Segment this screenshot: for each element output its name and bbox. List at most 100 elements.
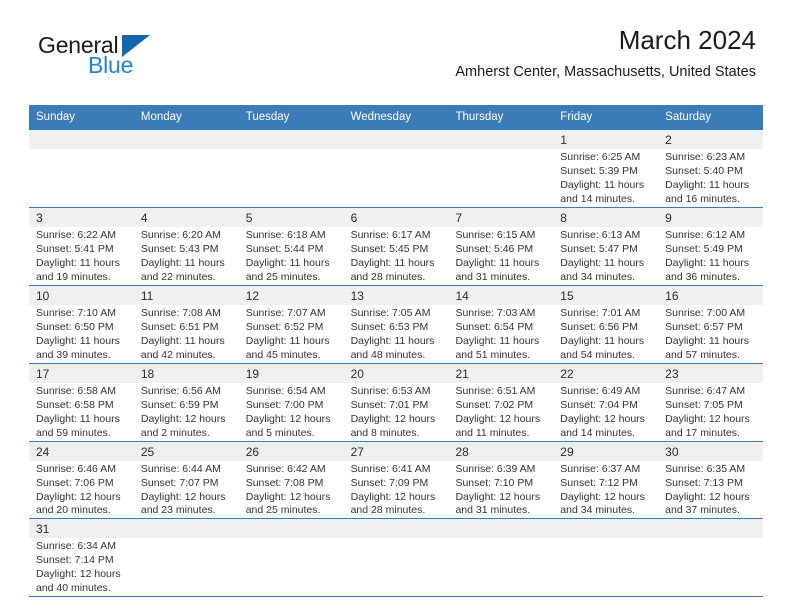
- daylight-text: Daylight: 12 hours and 2 minutes.: [140, 412, 226, 439]
- daylight-text: Daylight: 12 hours and 23 minutes.: [140, 490, 226, 517]
- calendar-grid: Sunday Monday Tuesday Wednesday Thursday Frid…: [29, 105, 764, 598]
- day-number: 17: [29, 363, 134, 383]
- day-details: Sunrise: 7:07 AM Sunset: 6:52 PM Daylight:…: [239, 305, 344, 363]
- sunrise-text: Sunrise: 7:10 AM: [36, 307, 116, 319]
- day-number: 3: [29, 208, 134, 228]
- sunrise-text: Sunrise: 6:41 AM: [350, 462, 431, 475]
- day-cell-18[interactable]: 18 Sunrise: 6:56 AM Sunset: 6:59 PM Dayligh…: [133, 363, 239, 441]
- day-cell-28[interactable]: 28 Sunrise: 6:39 AM Sunset: 7:10 PM Dayligh…: [448, 441, 554, 519]
- sunset-text: Sunset: 7:12 PM: [560, 476, 638, 489]
- day-number: [448, 130, 554, 150]
- day-number: [29, 130, 134, 150]
- daylight-text: Daylight: 12 hours and 11 minutes.: [455, 412, 541, 439]
- daylight-text: Daylight: 11 hours and 36 minutes.: [665, 257, 750, 284]
- day-cell-22[interactable]: 22 Sunrise: 6:49 AM Sunset: 7:04 PM Dayligh…: [553, 363, 659, 441]
- day-cell-30[interactable]: 30 Sunrise: 6:35 AM Sunset: 7:13 PM Dayligh…: [658, 441, 764, 519]
- sunset-text: Sunset: 7:10 PM: [455, 476, 534, 489]
- sunset-text: Sunset: 5:39 PM: [560, 165, 638, 178]
- daylight-text: Daylight: 11 hours and 48 minutes.: [350, 334, 435, 361]
- sunrise-text: Sunrise: 6:47 AM: [665, 384, 746, 397]
- daylight-text: Daylight: 11 hours and 57 minutes.: [665, 334, 750, 361]
- day-cell-9[interactable]: 9 Sunrise: 6:12 AM Sunset: 5:49 PM Daylight…: [658, 208, 764, 285]
- page-title: March 2024: [618, 25, 756, 55]
- sunset-text: Sunset: 7:06 PM: [36, 476, 114, 489]
- day-cell-17[interactable]: 17 Sunrise: 6:58 AM Sunset: 6:58 PM Dayligh…: [29, 363, 134, 441]
- sunset-text: Sunset: 7:13 PM: [665, 476, 743, 489]
- day-details: Sunrise: 7:03 AM Sunset: 6:54 PM Daylight:…: [448, 305, 553, 363]
- sunset-text: Sunset: 7:08 PM: [245, 476, 324, 489]
- sunrise-text: Sunrise: 6:53 AM: [350, 384, 431, 397]
- sunrise-text: Sunrise: 6:42 AM: [245, 462, 326, 475]
- day-cell-8[interactable]: 8 Sunrise: 6:13 AM Sunset: 5:47 PM Daylight…: [553, 208, 659, 285]
- day-cell-31[interactable]: 31 Sunrise: 6:34 AM Sunset: 7:14 PM Dayligh…: [29, 519, 134, 596]
- day-cell-23[interactable]: 23 Sunrise: 6:47 AM Sunset: 7:05 PM Dayligh…: [658, 363, 764, 441]
- sunrise-text: Sunrise: 6:58 AM: [36, 384, 116, 397]
- week-row: 31 Sunrise: 6:34 AM Sunset: 7:14 PM Dayligh…: [29, 518, 764, 596]
- day-cell-14[interactable]: 14 Sunrise: 7:03 AM Sunset: 6:54 PM Dayligh…: [448, 286, 554, 363]
- day-cell-3[interactable]: 3 Sunrise: 6:22 AM Sunset: 5:41 PM Daylight…: [29, 208, 134, 285]
- day-details: Sunrise: 7:08 AM Sunset: 6:51 PM Daylight:…: [134, 305, 239, 363]
- day-details: Sunrise: 6:34 AM Sunset: 7:14 PM Daylight:…: [29, 538, 134, 596]
- day-cell-26[interactable]: 26 Sunrise: 6:42 AM Sunset: 7:08 PM Dayligh…: [238, 441, 344, 519]
- day-cell-19[interactable]: 19 Sunrise: 6:54 AM Sunset: 7:00 PM Dayligh…: [238, 363, 344, 441]
- daylight-text: Daylight: 11 hours and 34 minutes.: [560, 257, 645, 284]
- day-number: 15: [553, 286, 659, 305]
- day-number: 14: [448, 286, 554, 305]
- day-cell-empty: [29, 130, 134, 207]
- sunrise-text: Sunrise: 6:23 AM: [665, 151, 746, 164]
- sunset-text: Sunset: 7:14 PM: [36, 554, 114, 567]
- day-details: Sunrise: 6:35 AM Sunset: 7:13 PM Daylight:…: [658, 461, 763, 519]
- sunset-text: Sunset: 5:44 PM: [245, 243, 324, 256]
- day-number: 5: [238, 208, 344, 228]
- general-blue-logo[interactable]: General Blue: [38, 34, 218, 84]
- sunrise-text: Sunrise: 6:18 AM: [245, 229, 326, 242]
- day-cell-4[interactable]: 4 Sunrise: 6:20 AM Sunset: 5:43 PM Daylight…: [133, 208, 239, 285]
- day-cell-5[interactable]: 5 Sunrise: 6:18 AM Sunset: 5:44 PM Daylight…: [238, 208, 344, 285]
- sunrise-text: Sunrise: 6:49 AM: [560, 384, 641, 397]
- weekday-header-monday: Monday: [140, 111, 182, 123]
- day-cell-2[interactable]: 2 Sunrise: 6:23 AM Sunset: 5:40 PM Daylight…: [658, 130, 764, 207]
- day-number: 20: [343, 363, 449, 383]
- sunset-text: Sunset: 6:59 PM: [140, 398, 219, 411]
- sunset-text: Sunset: 5:47 PM: [560, 243, 638, 256]
- daylight-text: Daylight: 12 hours and 31 minutes.: [455, 490, 541, 517]
- day-cell-16[interactable]: 16 Sunrise: 7:00 AM Sunset: 6:57 PM Dayligh…: [658, 286, 764, 363]
- daylight-text: Daylight: 11 hours and 19 minutes.: [36, 257, 120, 284]
- day-details: Sunrise: 6:58 AM Sunset: 6:58 PM Daylight:…: [29, 383, 134, 441]
- day-details: Sunrise: 6:54 AM Sunset: 7:00 PM Daylight:…: [239, 383, 344, 441]
- sunset-text: Sunset: 6:53 PM: [350, 320, 429, 333]
- day-number: [133, 130, 239, 150]
- sunrise-text: Sunrise: 7:08 AM: [140, 307, 221, 319]
- sunset-text: Sunset: 7:05 PM: [665, 398, 743, 411]
- day-cell-13[interactable]: 13 Sunrise: 7:05 AM Sunset: 6:53 PM Dayligh…: [343, 286, 449, 363]
- sunset-text: Sunset: 5:41 PM: [36, 243, 114, 256]
- week-row: 24 Sunrise: 6:46 AM Sunset: 7:06 PM Dayligh…: [29, 440, 764, 519]
- day-cell-empty: [448, 130, 554, 207]
- sunset-text: Sunset: 7:04 PM: [560, 398, 638, 411]
- week-row: 1 Sunrise: 6:25 AM Sunset: 5:39 PM Daylight…: [29, 129, 764, 207]
- week-row: 17 Sunrise: 6:58 AM Sunset: 6:58 PM Dayligh…: [29, 362, 764, 441]
- day-cell-21[interactable]: 21 Sunrise: 6:51 AM Sunset: 7:02 PM Dayligh…: [448, 363, 554, 441]
- day-cell-1[interactable]: 1 Sunrise: 6:25 AM Sunset: 5:39 PM Daylight…: [553, 130, 659, 207]
- sunrise-text: Sunrise: 6:51 AM: [455, 384, 536, 397]
- day-number: 23: [658, 363, 764, 383]
- day-cell-10[interactable]: 10 Sunrise: 7:10 AM Sunset: 6:50 PM Dayligh…: [29, 286, 134, 363]
- daylight-text: Daylight: 12 hours and 14 minutes.: [560, 412, 645, 439]
- sunrise-text: Sunrise: 7:07 AM: [245, 307, 326, 319]
- day-cell-25[interactable]: 25 Sunrise: 6:44 AM Sunset: 7:07 PM Dayligh…: [133, 441, 239, 519]
- day-cell-11[interactable]: 11 Sunrise: 7:08 AM Sunset: 6:51 PM Dayligh…: [133, 286, 239, 363]
- day-cell-20[interactable]: 20 Sunrise: 6:53 AM Sunset: 7:01 PM Dayligh…: [343, 363, 449, 441]
- day-cell-27[interactable]: 27 Sunrise: 6:41 AM Sunset: 7:09 PM Dayligh…: [343, 441, 449, 519]
- day-cell-empty: [238, 130, 344, 207]
- day-cell-empty: [658, 519, 764, 596]
- day-cell-24[interactable]: 24 Sunrise: 6:46 AM Sunset: 7:06 PM Dayligh…: [29, 441, 134, 519]
- sunset-text: Sunset: 6:57 PM: [665, 320, 743, 333]
- day-number: 16: [658, 286, 764, 305]
- day-details: Sunrise: 6:47 AM Sunset: 7:05 PM Daylight:…: [658, 383, 763, 441]
- day-cell-6[interactable]: 6 Sunrise: 6:17 AM Sunset: 5:45 PM Daylight…: [343, 208, 449, 285]
- day-cell-12[interactable]: 12 Sunrise: 7:07 AM Sunset: 6:52 PM Dayligh…: [238, 286, 344, 363]
- day-cell-7[interactable]: 7 Sunrise: 6:15 AM Sunset: 5:46 PM Daylight…: [448, 208, 554, 285]
- day-cell-15[interactable]: 15 Sunrise: 7:01 AM Sunset: 6:56 PM Dayligh…: [553, 286, 659, 363]
- sunrise-text: Sunrise: 6:35 AM: [665, 462, 746, 475]
- day-cell-29[interactable]: 29 Sunrise: 6:37 AM Sunset: 7:12 PM Dayligh…: [553, 441, 659, 519]
